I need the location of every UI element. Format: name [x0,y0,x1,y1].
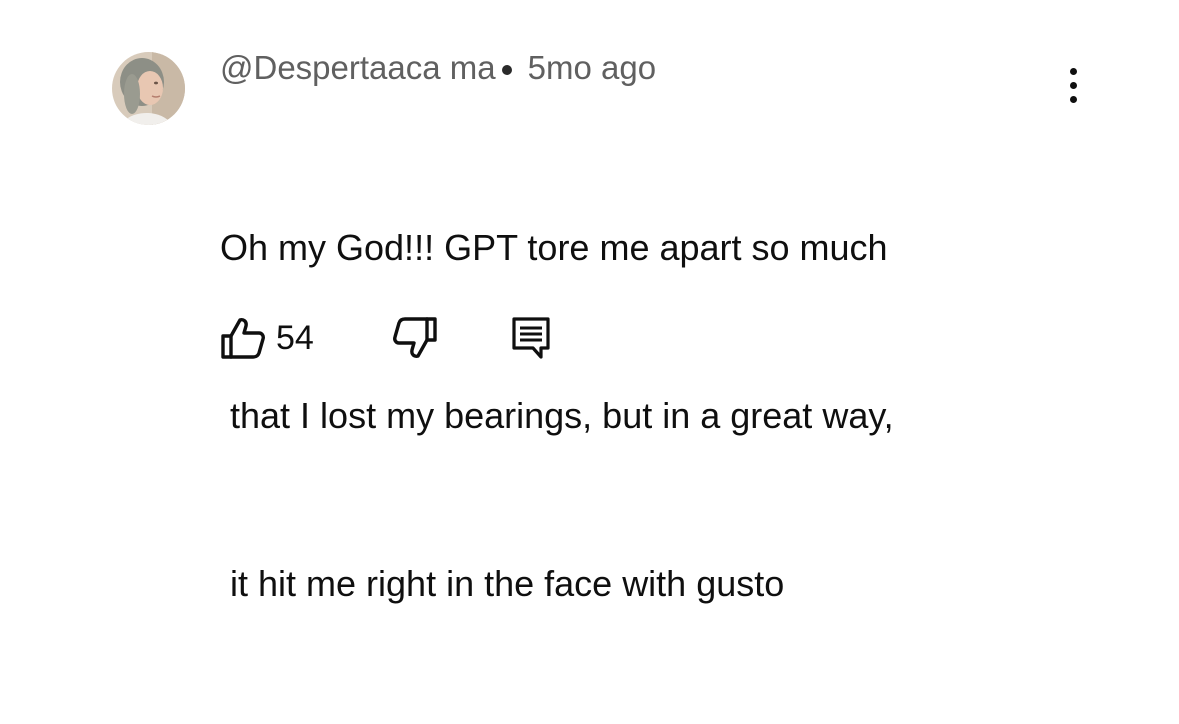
dislike-button[interactable] [392,312,438,364]
comment-text: Oh my God!!! GPT tore me apart so much t… [220,108,894,724]
comment-text-line: it hit me right in the face with gusto [220,563,785,604]
separator-dot [501,65,512,75]
comment-thread: @Despertaaca ma 5mo ago Oh my God!!! GPT… [0,0,1179,604]
comment-header: @Despertaaca ma 5mo ago [220,46,656,90]
avatar[interactable] [112,52,185,125]
comment-timestamp[interactable]: 5mo ago [528,49,656,87]
reply-comment-icon [512,317,550,359]
reply-button[interactable] [510,312,554,364]
comment-text-line: that I lost my bearings, but in a great … [220,395,894,436]
comment-text-line: Oh my God!!! GPT tore me apart so much [220,227,888,268]
thumbs-up-icon [221,318,265,359]
thumbs-down-icon [393,317,437,358]
more-actions-button[interactable] [1050,58,1096,112]
avatar-photo-icon [112,52,185,125]
like-count: 54 [276,318,314,357]
more-vertical-icon [1069,67,1077,103]
like-button[interactable]: 54 [220,312,314,364]
author-name[interactable]: @Despertaaca ma [220,49,496,87]
